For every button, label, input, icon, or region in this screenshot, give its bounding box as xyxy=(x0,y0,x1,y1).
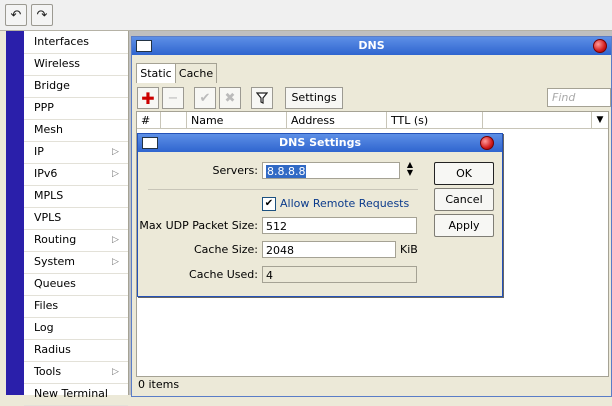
sidebar-item-label: System xyxy=(34,255,76,268)
remove-icon[interactable]: − xyxy=(162,87,184,109)
max-udp-label: Max UDP Packet Size: xyxy=(139,219,258,232)
chevron-right-icon: ▷ xyxy=(112,147,119,157)
dns-settings-title: DNS Settings xyxy=(278,136,361,149)
servers-value: 8.8.8.8 xyxy=(266,165,307,178)
chevron-right-icon: ▷ xyxy=(112,235,119,245)
sidebar-item-label: MPLS xyxy=(34,189,64,202)
column-header-address[interactable]: Address xyxy=(287,112,387,129)
sidebar-item-routing[interactable]: Routing ▷ xyxy=(24,229,128,252)
servers-label: Servers: xyxy=(212,164,258,177)
undo-icon[interactable]: ↶ xyxy=(5,4,27,26)
sidebar-item-label: Routing xyxy=(34,233,77,246)
allow-remote-label: Allow Remote Requests xyxy=(280,197,410,210)
chevron-right-icon: ▷ xyxy=(112,169,119,179)
sidebar-item-label: Files xyxy=(34,299,59,312)
tab-static[interactable]: Static xyxy=(136,63,176,83)
sidebar-item-label: Bridge xyxy=(34,79,70,92)
sidebar-item-label: Wireless xyxy=(34,57,81,70)
sidebar-item-files[interactable]: Files xyxy=(24,295,128,318)
sidebar-item-mpls[interactable]: MPLS xyxy=(24,185,128,208)
sidebar-item-ppp[interactable]: PPP xyxy=(24,97,128,120)
sidebar-item-label: Interfaces xyxy=(34,35,89,48)
sidebar-item-tools[interactable]: Tools ▷ xyxy=(24,361,128,384)
tab-cache[interactable]: Cache xyxy=(175,63,217,83)
sidebar-item-label: Radius xyxy=(34,343,71,356)
column-header-ttl[interactable]: TTL (s) xyxy=(387,112,483,129)
sidebar-item-label: New Terminal xyxy=(34,387,108,400)
redo-icon[interactable]: ↷ xyxy=(31,4,53,26)
updown-icon[interactable]: ▲ ▼ xyxy=(404,161,416,179)
status-bar: 0 items xyxy=(138,378,180,391)
apply-button[interactable]: Apply xyxy=(434,214,494,237)
sidebar-item-label: Tools xyxy=(34,365,62,378)
close-icon[interactable] xyxy=(480,136,494,150)
sidebar-item-vpls[interactable]: VPLS xyxy=(24,207,128,230)
dns-settings-titlebar[interactable]: DNS Settings xyxy=(138,134,502,152)
close-icon[interactable] xyxy=(593,39,607,53)
sidebar-item-log[interactable]: Log xyxy=(24,317,128,340)
chevron-right-icon: ▷ xyxy=(112,257,119,267)
column-menu-icon[interactable]: ▼ xyxy=(592,112,608,129)
window-icon xyxy=(142,137,158,149)
cancel-button[interactable]: Cancel xyxy=(434,188,494,211)
sidebar-item-label: Log xyxy=(34,321,54,334)
max-udp-input[interactable]: 512 xyxy=(262,217,417,234)
sidebar-item-bridge[interactable]: Bridge xyxy=(24,75,128,98)
column-header-filler xyxy=(483,112,592,129)
cache-used-label: Cache Used: xyxy=(189,268,258,281)
window-icon xyxy=(136,40,152,52)
sidebar-item-label: IPv6 xyxy=(34,167,58,180)
disable-icon[interactable]: ✖ xyxy=(219,87,241,109)
sidebar-item-system[interactable]: System ▷ xyxy=(24,251,128,274)
enable-icon[interactable]: ✔ xyxy=(194,87,216,109)
chevron-right-icon: ▷ xyxy=(112,367,119,377)
dns-window-title: DNS xyxy=(358,39,385,52)
filter-icon[interactable] xyxy=(251,87,273,109)
sidebar-item-radius[interactable]: Radius xyxy=(24,339,128,362)
sidebar-menu: Interfaces Wireless Bridge PPP Mesh IP ▷ IPv6 ▷ M… xyxy=(24,31,129,406)
sidebar-item-label: IP xyxy=(34,145,44,158)
sidebar-item-queues[interactable]: Queues xyxy=(24,273,128,296)
sidebar-item-mesh[interactable]: Mesh xyxy=(24,119,128,142)
column-header-flags[interactable] xyxy=(161,112,187,129)
dns-window-titlebar[interactable]: DNS xyxy=(132,37,611,55)
separator xyxy=(148,189,418,190)
sidebar-item-ip[interactable]: IP ▷ xyxy=(24,141,128,164)
column-header-number[interactable]: # xyxy=(137,112,161,129)
sidebar-item-label: Mesh xyxy=(34,123,63,136)
add-icon[interactable]: ✚ xyxy=(137,87,159,109)
sidebar-accent-bar xyxy=(6,31,24,395)
ok-button[interactable]: OK xyxy=(434,162,494,185)
settings-button[interactable]: Settings xyxy=(285,87,343,109)
cache-used-value: 4 xyxy=(262,266,417,283)
sidebar-item-wireless[interactable]: Wireless xyxy=(24,53,128,76)
sidebar-item-label: VPLS xyxy=(34,211,62,224)
find-input[interactable]: Find xyxy=(547,88,611,107)
main-toolbar: ↶ ↷ xyxy=(0,0,612,31)
dns-settings-dialog: DNS Settings Servers: 8.8.8.8 ▲ ▼ ✔ Allow… xyxy=(137,133,503,297)
sidebar-item-label: PPP xyxy=(34,101,54,114)
sidebar-item-interfaces[interactable]: Interfaces xyxy=(24,31,128,54)
allow-remote-checkbox[interactable]: ✔ xyxy=(262,197,276,211)
cache-size-unit: KiB xyxy=(400,243,418,256)
sidebar-item-label: Queues xyxy=(34,277,76,290)
sidebar-item-ipv6[interactable]: IPv6 ▷ xyxy=(24,163,128,186)
cache-size-label: Cache Size: xyxy=(194,243,258,256)
cache-size-input[interactable]: 2048 xyxy=(262,241,396,258)
servers-input[interactable]: 8.8.8.8 xyxy=(262,162,400,179)
column-header-name[interactable]: Name xyxy=(187,112,287,129)
